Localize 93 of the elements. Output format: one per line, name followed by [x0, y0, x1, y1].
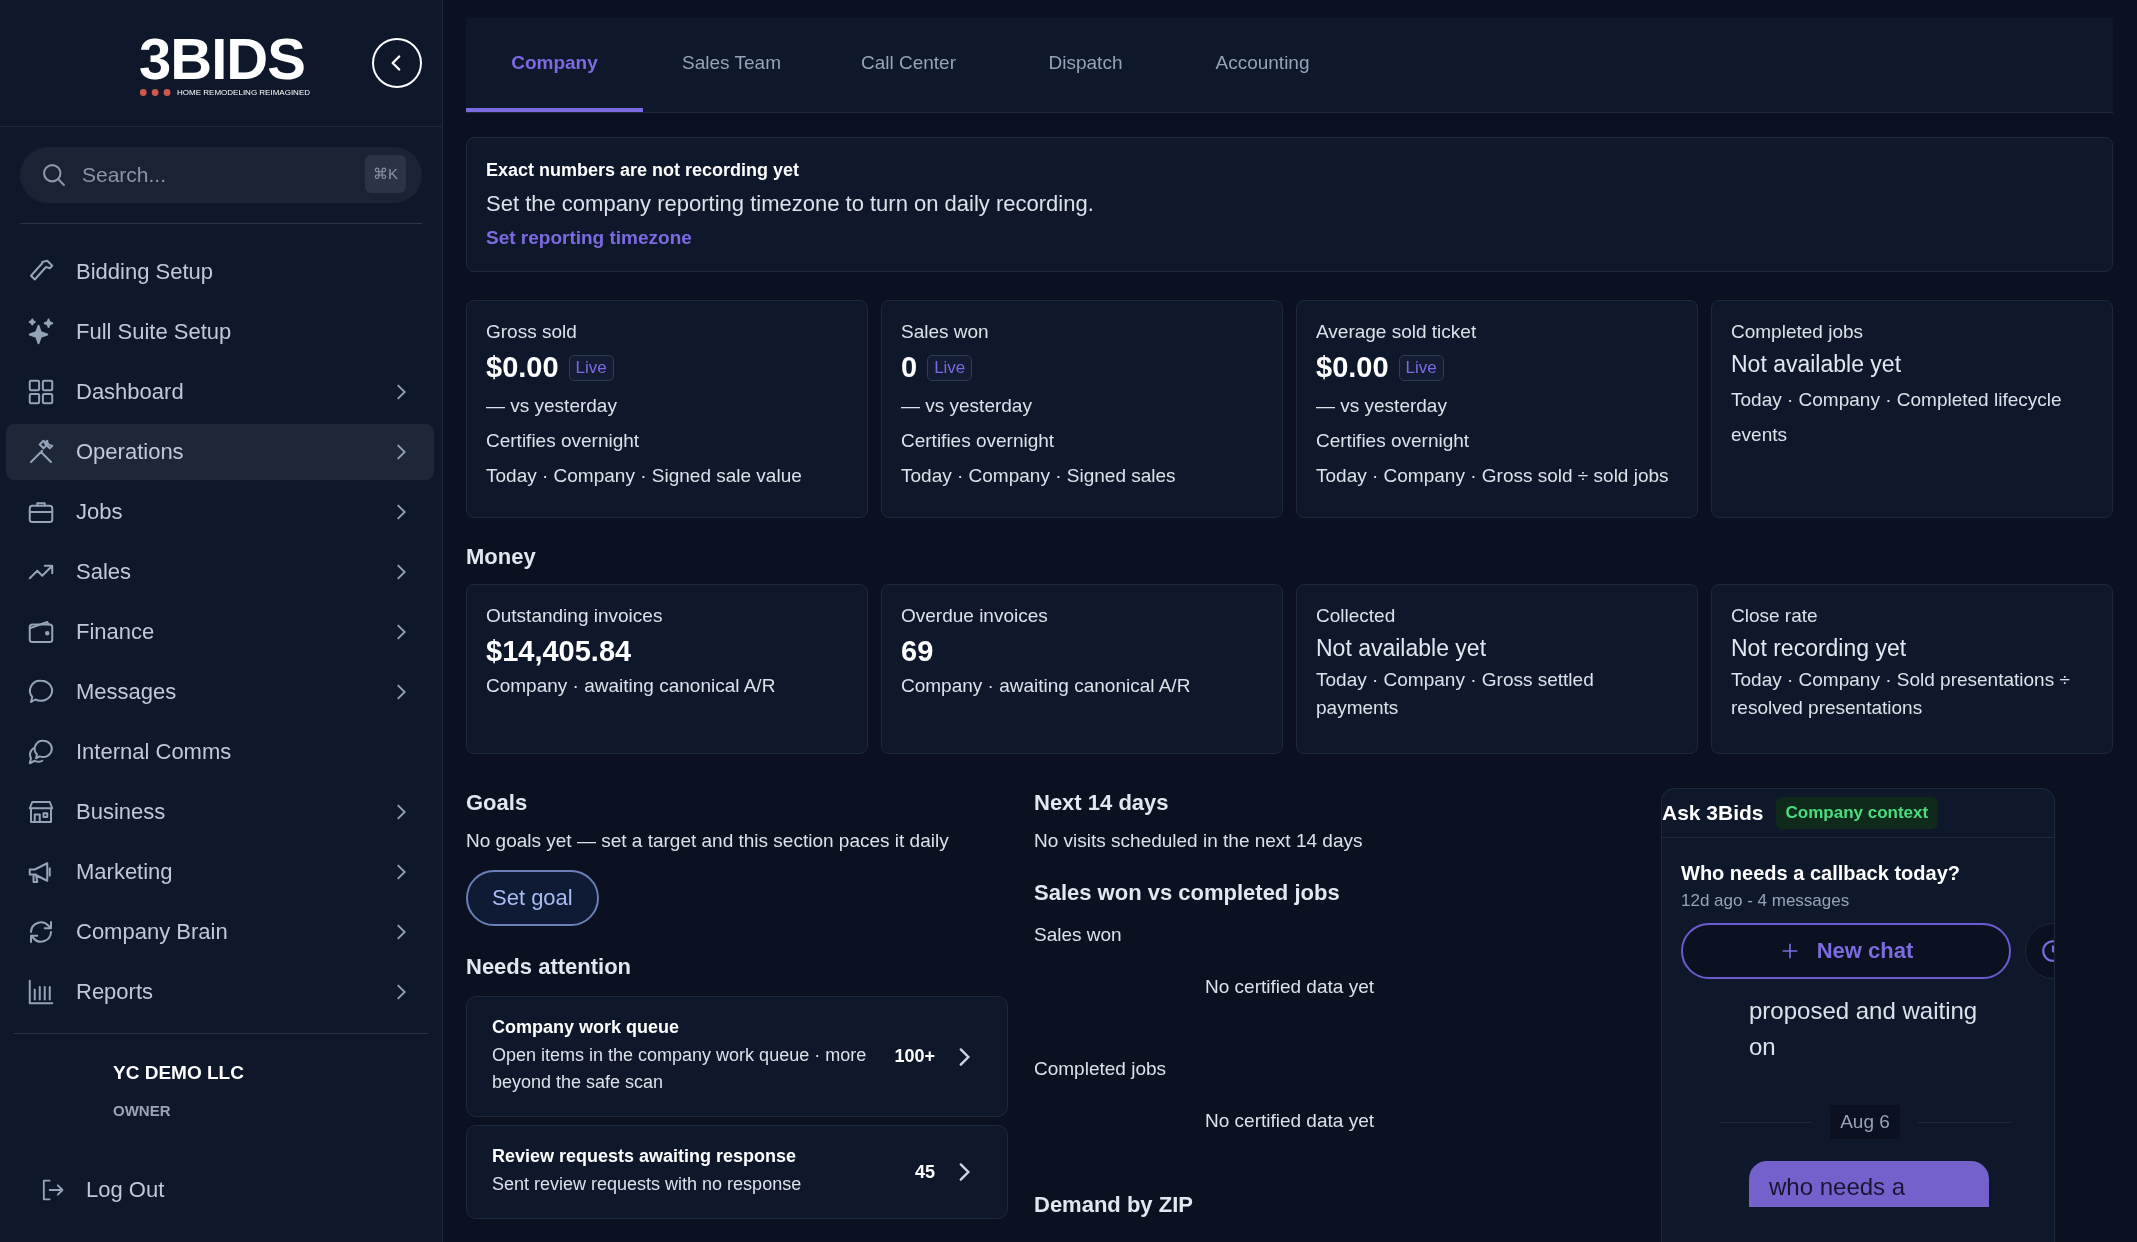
- metric-status: Not recording yet: [1731, 635, 1907, 662]
- schedule-text: No visits scheduled in the next 14 days: [1034, 830, 1363, 852]
- assistant-message: proposed and waiting on: [1749, 996, 1979, 1062]
- chats-icon: [26, 737, 56, 767]
- metric-note: Today · Company · Sold presentations ÷ resolved presentations: [1731, 668, 2071, 720]
- section-title: Sales won vs completed jobs: [1034, 880, 1340, 906]
- attention-text: Open items in the company work queue · more beyond the safe scan: [492, 1044, 868, 1094]
- item-count: 45: [914, 1161, 935, 1183]
- live-badge: Live: [1398, 354, 1444, 381]
- notice-text: Set the company reporting timezone to turn on daily recording.: [486, 191, 1094, 217]
- attention-item[interactable]: Review requests awaiting response Sent review requests with no response 45: [466, 1125, 1008, 1219]
- metric-note: Today · Company · Completed lifecycle events: [1731, 388, 2063, 447]
- section-title: Money: [466, 544, 537, 570]
- section-title: Demand by ZIP: [1034, 1192, 1193, 1218]
- attention-item[interactable]: Company work queue Open items in the company work queue · more beyond the safe scan 100+: [466, 996, 1008, 1117]
- nav-item[interactable]: Internal Comms: [6, 724, 434, 780]
- series-label: Completed jobs: [1034, 1058, 1167, 1080]
- metric-status: Not available yet: [1731, 351, 1902, 378]
- metric-note: — vs yesterday: [1316, 394, 1447, 418]
- metric-value: $0.00: [1316, 351, 1389, 384]
- section-title: Goals: [466, 790, 528, 816]
- nav-item[interactable]: Marketing: [6, 844, 434, 900]
- tab[interactable]: Accounting: [1174, 18, 1351, 112]
- item-count: 100+: [894, 1046, 935, 1067]
- metric-value: $0.00: [486, 351, 559, 384]
- tab[interactable]: Company: [466, 18, 643, 112]
- nav-item[interactable]: Full Suite Setup: [6, 304, 434, 360]
- live-badge: Live: [568, 354, 614, 381]
- metric-label: Average sold ticket: [1316, 321, 1477, 343]
- attention-text: Sent review requests with no response: [492, 1173, 803, 1196]
- metric-note: Today · Company · Gross sold ÷ sold jobs: [1316, 464, 1669, 488]
- metric-label: Overdue invoices: [901, 605, 1048, 627]
- nav-item[interactable]: Bidding Setup: [6, 244, 434, 300]
- attention-title: Company work queue: [492, 1017, 681, 1038]
- nav-item[interactable]: Business: [6, 784, 434, 840]
- empty-chart-text: No certified data yet: [1205, 1110, 1374, 1132]
- metric-label: Completed jobs: [1731, 321, 1864, 343]
- metric-status: Not available yet: [1316, 635, 1487, 662]
- empty-chart-text: No certified data yet: [1205, 976, 1374, 998]
- metric-note: Certifies overnight: [1316, 429, 1470, 453]
- tab[interactable]: Call Center: [820, 18, 997, 112]
- nav-item[interactable]: Jobs: [6, 484, 434, 540]
- metric-label: Collected: [1316, 605, 1396, 627]
- goals-text: No goals yet — set a target and this section paces it daily: [466, 830, 949, 852]
- tab[interactable]: Sales Team: [643, 18, 820, 112]
- user-role: OWNER: [113, 1102, 172, 1119]
- panel-title: Ask 3Bids: [1662, 801, 1764, 825]
- live-badge: Live: [927, 354, 973, 381]
- metric-label: Outstanding invoices: [486, 605, 663, 627]
- nav-item[interactable]: Company Brain: [6, 904, 434, 960]
- section-title: Next 14 days: [1034, 790, 1169, 816]
- nav-item[interactable]: Operations: [6, 424, 434, 480]
- metric-note: Today · Company · Signed sales: [901, 464, 1176, 488]
- section-title: Needs attention: [466, 954, 632, 980]
- nav-item[interactable]: Messages: [6, 664, 434, 720]
- company-name: YC DEMO LLC: [113, 1062, 245, 1084]
- nav-item[interactable]: Sales: [6, 544, 434, 600]
- nav-item[interactable]: Dashboard: [6, 364, 434, 420]
- shortcut-key: ⌘K: [365, 155, 406, 193]
- metric-value: $14,405.84: [486, 635, 632, 668]
- bars-icon: [26, 977, 56, 1007]
- conversation-title: Who needs a callback today?: [1681, 862, 1960, 885]
- attention-title: Review requests awaiting response: [492, 1146, 798, 1167]
- conversation-meta: 12d ago - 4 messages: [1681, 891, 1850, 911]
- metric-note: Certifies overnight: [901, 429, 1055, 453]
- context-badge: Company context: [1775, 797, 1939, 829]
- user-message: who needs a: [1749, 1161, 1989, 1207]
- search-icon: [40, 161, 68, 189]
- metric-note: Certifies overnight: [486, 429, 640, 453]
- new-chat-button[interactable]: New chat: [1681, 923, 2011, 979]
- metric-label: Gross sold: [486, 321, 577, 343]
- notice-title: Exact numbers are not recording yet: [486, 160, 800, 181]
- metric-note: — vs yesterday: [901, 394, 1032, 418]
- tab[interactable]: Dispatch: [997, 18, 1174, 112]
- nav-item[interactable]: Reports: [6, 964, 434, 1020]
- metric-note: Today · Company · Gross settled payments: [1316, 668, 1595, 720]
- grid-icon: [26, 377, 56, 407]
- set-goal-button[interactable]: Set goal: [466, 870, 599, 926]
- timezone-link[interactable]: Set reporting timezone: [486, 227, 692, 249]
- sparkles-icon: [26, 317, 56, 347]
- metric-note: Company · awaiting canonical A/R: [901, 674, 1191, 698]
- metric-value: 0: [901, 351, 918, 384]
- metric-note: — vs yesterday: [486, 394, 617, 418]
- metric-label: Sales won: [901, 321, 989, 343]
- logo: 3BIDS HOME REMODELING REIMAGINED: [139, 29, 310, 97]
- metric-note: Today · Company · Signed sale value: [486, 464, 802, 488]
- metric-value: 69: [901, 635, 934, 668]
- series-label: Sales won: [1034, 924, 1122, 946]
- metric-note: Company · awaiting canonical A/R: [486, 674, 776, 698]
- nav-item[interactable]: Finance: [6, 604, 434, 660]
- collapse-button[interactable]: [372, 38, 422, 88]
- logout-button[interactable]: Log Out: [0, 1158, 442, 1222]
- metric-label: Close rate: [1731, 605, 1818, 627]
